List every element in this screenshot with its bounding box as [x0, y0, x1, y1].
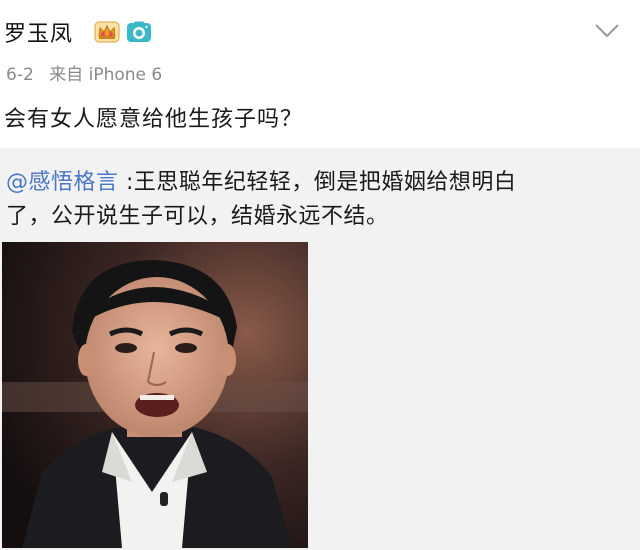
post-date: 6-2 [6, 65, 34, 85]
crown-badge-icon[interactable] [94, 21, 120, 43]
post-meta: 6-2 来自 iPhone 6 [6, 60, 162, 85]
repost-text: @感悟格言 :王思聪年纪轻轻，倒是把婚姻给想明白 了，公开说生子可以，结婚永远不… [6, 166, 606, 234]
chevron-down-icon[interactable] [594, 22, 620, 40]
username[interactable]: 罗玉凤 [4, 16, 73, 48]
mention-link[interactable]: @感悟格言 [6, 170, 119, 195]
repost-photo[interactable] [2, 242, 308, 548]
camera-badge-icon[interactable] [126, 21, 152, 43]
repost-text-line2: 了，公开说生子可以，结婚永远不结。 [6, 204, 389, 229]
post-header: 罗玉凤 6-2 来自 iPhone 6 会有女人愿意给他生孩子吗？ [0, 0, 640, 132]
repost-text-line1: :王思聪年纪轻轻，倒是把婚姻给想明白 [118, 170, 517, 195]
post-source[interactable]: 来自 iPhone 6 [49, 65, 162, 85]
repost-card[interactable]: @感悟格言 :王思聪年纪轻轻，倒是把婚姻给想明白 了，公开说生子可以，结婚永远不… [0, 148, 640, 550]
post-text: 会有女人愿意给他生孩子吗？ [4, 107, 304, 132]
